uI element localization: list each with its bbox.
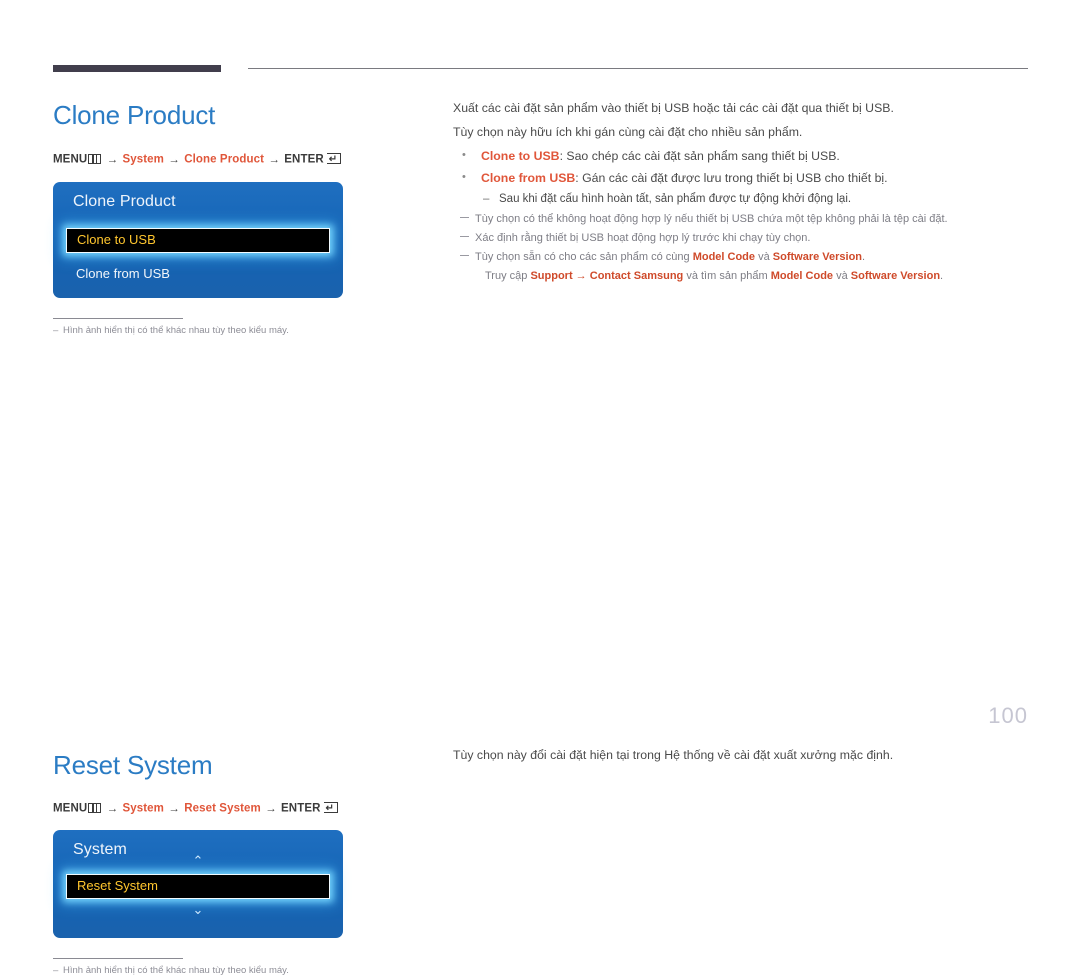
list-item: Clone from USB: Gán các cài đặt được lưu… <box>453 167 1033 188</box>
osd-title: Clone Product <box>73 193 176 210</box>
footnote-text: – Hình ảnh hiển thị có thể khác nhau tùy … <box>53 965 289 976</box>
menu-path-step-reset-system: Reset System <box>184 802 261 815</box>
menu-path-clone-product: MENU → System → Clone Product → ENTER ↵ <box>53 153 341 166</box>
body-dashnote-model-version: Tùy chọn sẵn có cho các sản phẩm có cùng… <box>453 248 1033 286</box>
menu-path-arrow-2: → <box>168 153 180 166</box>
bullet-key-clone-to-usb: Clone to USB <box>481 149 560 163</box>
menu-path-arrow-1: → <box>106 153 119 166</box>
osd-panel-clone-product: Clone Product Clone to USB Clone from US… <box>53 182 343 298</box>
header-rule-dark <box>53 65 221 72</box>
bullet-text-clone-from-usb: : Gán các cài đặt được lưu trong thiết b… <box>575 171 888 185</box>
body-paragraph-1: Xuất các cài đặt sản phẩm vào thiết bị U… <box>453 101 894 115</box>
body-dashnote-1: Tùy chọn có thể không hoạt động hợp lý n… <box>453 210 1033 229</box>
menu-path-arrow-1: → <box>106 802 119 815</box>
bullet-key-clone-from-usb: Clone from USB <box>481 171 576 185</box>
menu-path-step-clone-product: Clone Product <box>184 153 265 166</box>
page-number: 100 <box>988 703 1028 728</box>
bullet-text-clone-to-usb: : Sao chép các cài đặt sản phẩm sang thi… <box>559 149 840 163</box>
model-note-line1-c: và <box>755 251 773 263</box>
body-dashnote-2: Xác định rằng thiết bị USB hoạt động hợp… <box>453 229 1033 248</box>
chevron-down-icon[interactable]: ⌄ <box>189 904 207 917</box>
body-column-reset-system: Tùy chọn này đổi cài đặt hiện tại trong … <box>453 745 1033 769</box>
osd-panel-system: System ⌃ Reset System ⌄ <box>53 830 343 938</box>
menu-path-step-system: System <box>122 802 164 815</box>
menu-grid-icon <box>88 802 102 813</box>
menu-path-enter-label: ENTER <box>281 802 321 815</box>
list-item: Clone to USB: Sao chép các cài đặt sản p… <box>453 145 1033 166</box>
osd-item-clone-from-usb[interactable]: Clone from USB <box>66 262 330 285</box>
footnote-text: – Hình ảnh hiển thị có thể khác nhau tùy … <box>53 325 289 336</box>
body-column-clone-product: Xuất các cài đặt sản phẩm vào thiết bị U… <box>453 98 1033 286</box>
model-note-arrow: → <box>572 270 590 282</box>
body-bullet-list: Clone to USB: Sao chép các cài đặt sản p… <box>453 145 1033 188</box>
body-paragraph-1: Tùy chọn này đổi cài đặt hiện tại trong … <box>453 748 894 762</box>
menu-path-arrow-3: → <box>265 802 277 815</box>
model-note-software-version-2: Software Version <box>850 270 941 282</box>
enter-return-icon: ↵ <box>326 153 341 165</box>
model-note-line2: Truy cập Support → Contact Samsung và tì… <box>475 267 1033 286</box>
model-note-model-code-2: Model Code <box>770 270 834 282</box>
model-note-line1-a: Tùy chọn sẵn có cho các sản phẩm có cùng <box>475 251 693 263</box>
model-note-support: Support <box>530 270 573 282</box>
model-note-line2-h: . <box>940 270 944 282</box>
menu-path-arrow-3: → <box>268 153 280 166</box>
footnote-rule <box>53 958 183 959</box>
menu-path-arrow-2: → <box>168 802 180 815</box>
body-subnote: Sau khi đặt cấu hình hoàn tất, sản phẩm … <box>453 190 1033 209</box>
footnote-label: Hình ảnh hiển thị có thể khác nhau tùy t… <box>63 325 289 336</box>
osd-item-clone-to-usb[interactable]: Clone to USB <box>66 228 330 253</box>
body-paragraph-2: Tùy chọn này hữu ích khi gán cùng cài đặ… <box>453 125 803 139</box>
model-note-line2-d: và tìm sản phẩm <box>683 270 771 282</box>
menu-path-step-system: System <box>122 153 164 166</box>
osd-item-reset-system[interactable]: Reset System <box>66 874 330 899</box>
menu-path-enter-label: ENTER <box>284 153 324 166</box>
model-note-contact-samsung: Contact Samsung <box>589 270 684 282</box>
menu-path-menu-label: MENU <box>53 802 88 815</box>
menu-grid-icon <box>88 153 102 164</box>
model-note-line1-e: . <box>862 251 866 263</box>
osd-title: System <box>73 841 127 858</box>
menu-path-reset-system: MENU → System → Reset System → ENTER ↵ <box>53 802 338 815</box>
model-note-line2-f: và <box>833 270 851 282</box>
page-title-clone-product: Clone Product <box>53 100 216 130</box>
menu-path-menu-label: MENU <box>53 153 88 166</box>
page-title-reset-system: Reset System <box>53 750 213 780</box>
footnote-rule <box>53 318 183 319</box>
footnote-label: Hình ảnh hiển thị có thể khác nhau tùy t… <box>63 965 289 976</box>
enter-return-icon: ↵ <box>323 802 338 814</box>
chevron-up-icon[interactable]: ⌃ <box>189 855 207 868</box>
model-note-model-code: Model Code <box>692 251 756 263</box>
model-note-software-version: Software Version <box>772 251 863 263</box>
header-rule-thin <box>248 68 1028 69</box>
model-note-line2-a: Truy cập <box>485 270 531 282</box>
document-page: Clone Product MENU → System → Clone Prod… <box>0 0 1080 976</box>
